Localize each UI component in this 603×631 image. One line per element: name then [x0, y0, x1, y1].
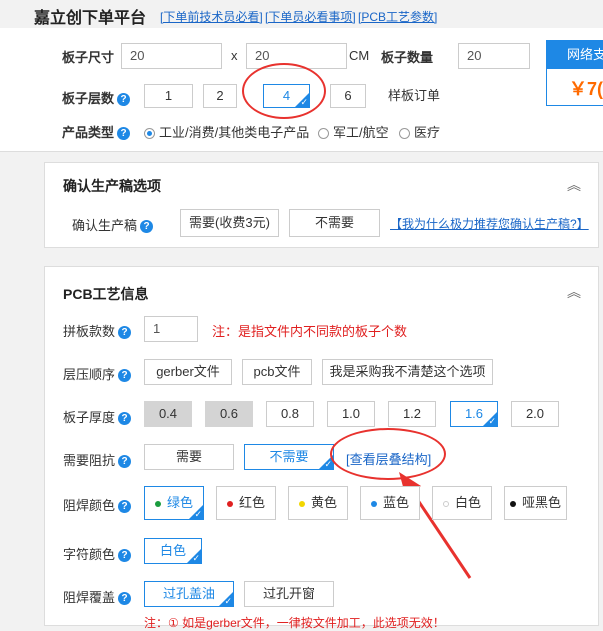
impedance-need-option[interactable]: 需要	[144, 444, 234, 470]
mask-yellow-option[interactable]: 黄色	[288, 486, 348, 520]
price-box: 网络支 ￥7(	[546, 40, 603, 106]
thickness-option-0.4[interactable]: 0.4	[144, 401, 192, 427]
board-qty-input[interactable]: 20	[458, 43, 530, 69]
layer-option-1[interactable]: 1	[144, 84, 193, 108]
why-confirm-link[interactable]: 【我为什么极力推荐您确认生产稿?】	[390, 215, 589, 232]
check-icon: ✓	[488, 416, 496, 426]
radio-checked-icon	[144, 128, 155, 140]
thickness-option-2.0[interactable]: 2.0	[511, 401, 559, 427]
panel-count-input[interactable]: 1	[144, 316, 198, 342]
stack-pcb-option[interactable]: pcb文件	[242, 359, 312, 385]
pcb-panel-title: PCB工艺信息	[63, 286, 149, 302]
mask-red-option[interactable]: 红色	[216, 486, 276, 520]
check-icon: ✓	[224, 596, 232, 606]
mask-black-option[interactable]: 哑黑色	[504, 486, 567, 520]
product-type-military[interactable]: 军工/航空	[318, 122, 389, 141]
help-icon[interactable]: ?	[118, 326, 132, 340]
check-icon: ✓	[192, 553, 200, 563]
sample-order-label: 样板订单	[388, 88, 441, 103]
collapse-icon[interactable]: ︽	[567, 282, 581, 302]
confirm-need-button[interactable]: 需要(收费3元)	[180, 209, 279, 237]
price-value: ￥7(	[569, 79, 603, 99]
mask-white-option[interactable]: 白色	[432, 486, 492, 520]
impedance-label: 需要阻抗?	[63, 450, 132, 469]
via-cover-note: 注：① 如是gerber文件，一律按文件加工，此选项无效！	[144, 616, 445, 630]
thickness-option-1.6[interactable]: 1.6 ✓	[450, 401, 498, 427]
layer-option-2[interactable]: 2	[203, 84, 237, 108]
help-icon[interactable]: ?	[118, 455, 132, 469]
confirm-panel-title: 确认生产稿选项	[63, 178, 161, 194]
white-dot-icon	[442, 500, 449, 507]
board-size-label: 板子尺寸	[62, 50, 115, 65]
thickness-option-1.0[interactable]: 1.0	[327, 401, 375, 427]
confirm-no-need-button[interactable]: 不需要	[289, 209, 380, 237]
radio-icon	[318, 128, 329, 140]
confirm-label: 确认生产稿?	[72, 215, 154, 234]
blue-dot-icon	[370, 500, 377, 507]
mask-green-option[interactable]: 绿色 ✓	[144, 486, 204, 520]
board-qty-label: 板子数量	[381, 50, 434, 65]
stack-unknown-option[interactable]: 我是采购我不清楚这个选项	[322, 359, 493, 385]
thickness-option-0.6[interactable]: 0.6	[205, 401, 253, 427]
thickness-option-0.8[interactable]: 0.8	[266, 401, 314, 427]
help-icon[interactable]: ?	[118, 412, 132, 426]
silkscreen-white-option[interactable]: 白色 ✓	[144, 538, 202, 564]
tech-notice-link[interactable]: [下单前技术员必看]	[160, 8, 263, 25]
yellow-dot-icon	[298, 500, 305, 507]
via-tented-option[interactable]: 过孔盖油 ✓	[144, 581, 234, 607]
check-icon: ✓	[194, 509, 202, 519]
impedance-no-need-option[interactable]: 不需要 ✓	[244, 444, 334, 470]
mask-blue-option[interactable]: 蓝色	[360, 486, 420, 520]
price-box-header: 网络支	[547, 41, 603, 69]
size-x-label: x	[231, 48, 238, 63]
product-type-industrial[interactable]: 工业/消费/其他类电子产品	[144, 122, 309, 141]
thickness-label: 板子厚度?	[63, 407, 132, 426]
help-icon[interactable]: ?	[140, 220, 154, 234]
stack-order-label: 层压顺序?	[63, 364, 132, 383]
thickness-option-1.2[interactable]: 1.2	[388, 401, 436, 427]
help-icon[interactable]: ?	[117, 93, 131, 107]
help-icon[interactable]: ?	[118, 549, 132, 563]
black-dot-icon	[509, 500, 516, 507]
board-width-input[interactable]: 20	[121, 43, 222, 69]
help-icon[interactable]: ?	[118, 500, 132, 514]
help-icon[interactable]: ?	[118, 369, 132, 383]
red-dot-icon	[226, 500, 233, 507]
pcb-params-link[interactable]: [PCB工艺参数]	[358, 8, 437, 25]
order-notice-link[interactable]: [下单员必看事项]	[265, 8, 356, 25]
check-icon: ✓	[324, 459, 332, 469]
solder-mask-label: 阻焊颜色?	[63, 495, 132, 514]
panel-count-label: 拼板款数?	[63, 321, 132, 340]
annotation-circle-layers	[242, 63, 326, 119]
board-layers-label: 板子层数?	[62, 88, 131, 107]
via-cover-label: 阻焊覆盖?	[63, 587, 132, 606]
green-dot-icon	[154, 500, 161, 507]
collapse-icon[interactable]: ︽	[567, 175, 581, 195]
product-type-medical[interactable]: 医疗	[399, 122, 440, 141]
product-type-label: 产品类型?	[62, 122, 131, 141]
via-open-option[interactable]: 过孔开窗	[244, 581, 334, 607]
check-icon: ✓	[300, 97, 308, 107]
help-icon[interactable]: ?	[118, 592, 132, 606]
help-icon[interactable]: ?	[117, 127, 131, 141]
silkscreen-label: 字符颜色?	[63, 544, 132, 563]
page-title: 嘉立创下单平台	[34, 10, 147, 27]
panel-count-note: 注：是指文件内不同款的板子个数	[212, 324, 408, 339]
stack-gerber-option[interactable]: gerber文件	[144, 359, 232, 385]
radio-icon	[399, 128, 410, 140]
unit-label: CM	[349, 48, 370, 63]
layer-option-6[interactable]: 6	[330, 84, 366, 108]
